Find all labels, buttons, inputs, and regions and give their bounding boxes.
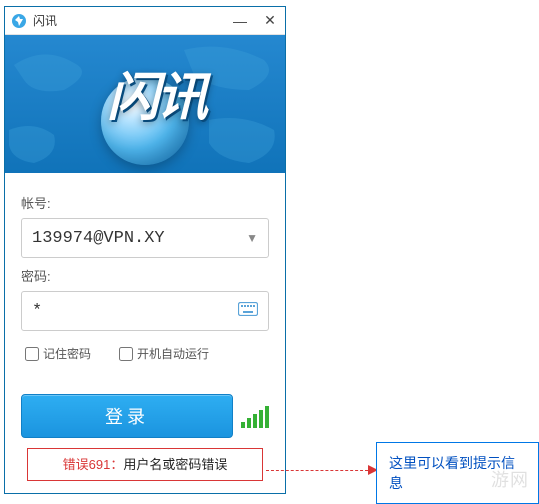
account-label: 帐号: (21, 193, 269, 212)
titlebar: 闪讯 — ✕ (5, 7, 285, 35)
minimize-button[interactable]: — (225, 11, 255, 31)
login-row: 登录 (21, 394, 269, 438)
login-button-label: 登录 (105, 403, 149, 429)
options-row: 记住密码 开机自动运行 (25, 345, 269, 362)
remember-checkbox-input[interactable] (25, 347, 39, 361)
annotation-arrow (266, 460, 378, 480)
app-icon (11, 13, 27, 29)
error-code: 错误691： (63, 457, 124, 472)
logo-text: 闪讯 (107, 55, 205, 130)
keyboard-icon[interactable] (238, 302, 258, 321)
account-field[interactable]: ▼ (21, 218, 269, 258)
account-input[interactable] (32, 229, 246, 248)
error-message-box: 错误691：用户名或密码错误 (27, 448, 263, 481)
app-title: 闪讯 (33, 12, 225, 29)
password-label: 密码: (21, 266, 269, 285)
password-input[interactable] (32, 302, 238, 321)
login-button[interactable]: 登录 (21, 394, 233, 438)
autorun-checkbox-input[interactable] (119, 347, 133, 361)
close-button[interactable]: ✕ (255, 11, 285, 31)
error-text: 用户名或密码错误 (123, 457, 227, 472)
app-window: 闪讯 — ✕ 闪讯 帐号: ▼ 密码: (4, 6, 286, 494)
remember-label: 记住密码 (43, 345, 91, 362)
autorun-checkbox[interactable]: 开机自动运行 (119, 345, 209, 362)
watermark: 游网 (491, 466, 529, 492)
password-field[interactable] (21, 291, 269, 331)
header-banner: 闪讯 (5, 35, 285, 173)
remember-password-checkbox[interactable]: 记住密码 (25, 345, 91, 362)
login-form: 帐号: ▼ 密码: 记住密码 开机自动运行 (5, 173, 285, 370)
dropdown-icon[interactable]: ▼ (246, 231, 258, 245)
signal-strength-icon (241, 404, 269, 428)
autorun-label: 开机自动运行 (137, 345, 209, 362)
